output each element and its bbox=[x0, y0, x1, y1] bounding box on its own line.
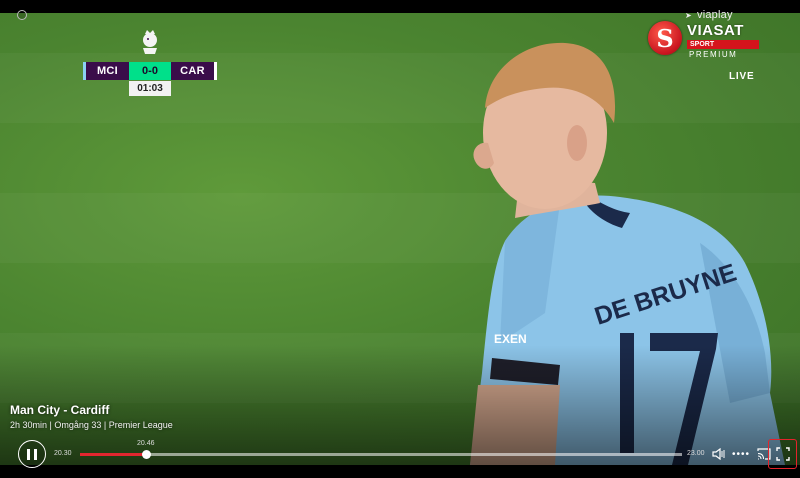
pause-icon bbox=[27, 448, 30, 460]
fullscreen-button[interactable] bbox=[768, 439, 797, 469]
progress-handle[interactable] bbox=[141, 450, 151, 459]
channel-logo-icon: S bbox=[648, 21, 682, 55]
broadcaster-logo: ➤ viaplay S VIASAT SPORT PREMIUM LIVE bbox=[645, 9, 765, 85]
corner-icon[interactable] bbox=[17, 10, 27, 20]
premier-league-crest-icon bbox=[143, 30, 157, 54]
hover-time: 20.46 bbox=[137, 440, 155, 447]
progress-fill bbox=[80, 453, 147, 456]
letterbox-bottom bbox=[0, 465, 800, 478]
start-time: 20.30 bbox=[54, 450, 72, 457]
scoreboard: MCI 0-0 CAR 01:03 bbox=[83, 30, 217, 96]
volume-button[interactable] bbox=[711, 447, 727, 461]
away-team: CAR bbox=[171, 62, 217, 80]
score-row: MCI 0-0 CAR bbox=[83, 62, 217, 80]
match-clock: 01:03 bbox=[129, 81, 171, 96]
sleeve-sponsor: EXEN bbox=[494, 332, 527, 346]
fullscreen-icon bbox=[775, 447, 790, 461]
video-player[interactable]: DE BRUYNE EXEN 17 MCI 0-0 CAR 01:03 ➤ vi… bbox=[0, 0, 800, 478]
home-team: MCI bbox=[83, 62, 129, 80]
progress-bar[interactable] bbox=[80, 450, 682, 459]
program-meta: 2h 30min | Omgång 33 | Premier League bbox=[10, 420, 173, 430]
program-title: Man City - Cardiff bbox=[10, 403, 110, 417]
viaplay-mark-icon: ➤ bbox=[685, 11, 692, 20]
score: 0-0 bbox=[129, 62, 171, 80]
premium-label: PREMIUM bbox=[689, 50, 738, 59]
viasat-label: VIASAT bbox=[687, 22, 744, 39]
live-label: LIVE bbox=[729, 71, 755, 82]
end-time: 23.00 bbox=[687, 450, 705, 457]
viaplay-label: viaplay bbox=[697, 9, 733, 21]
controls-gradient bbox=[0, 345, 800, 465]
sport-label: SPORT bbox=[687, 40, 759, 49]
pause-icon-bar bbox=[34, 448, 37, 460]
shirt-number: 17 bbox=[0, 13, 2, 14]
more-options-button[interactable]: •••• bbox=[731, 447, 751, 461]
pause-button[interactable] bbox=[18, 440, 46, 468]
volume-icon bbox=[712, 448, 725, 460]
more-icon: •••• bbox=[731, 448, 750, 460]
